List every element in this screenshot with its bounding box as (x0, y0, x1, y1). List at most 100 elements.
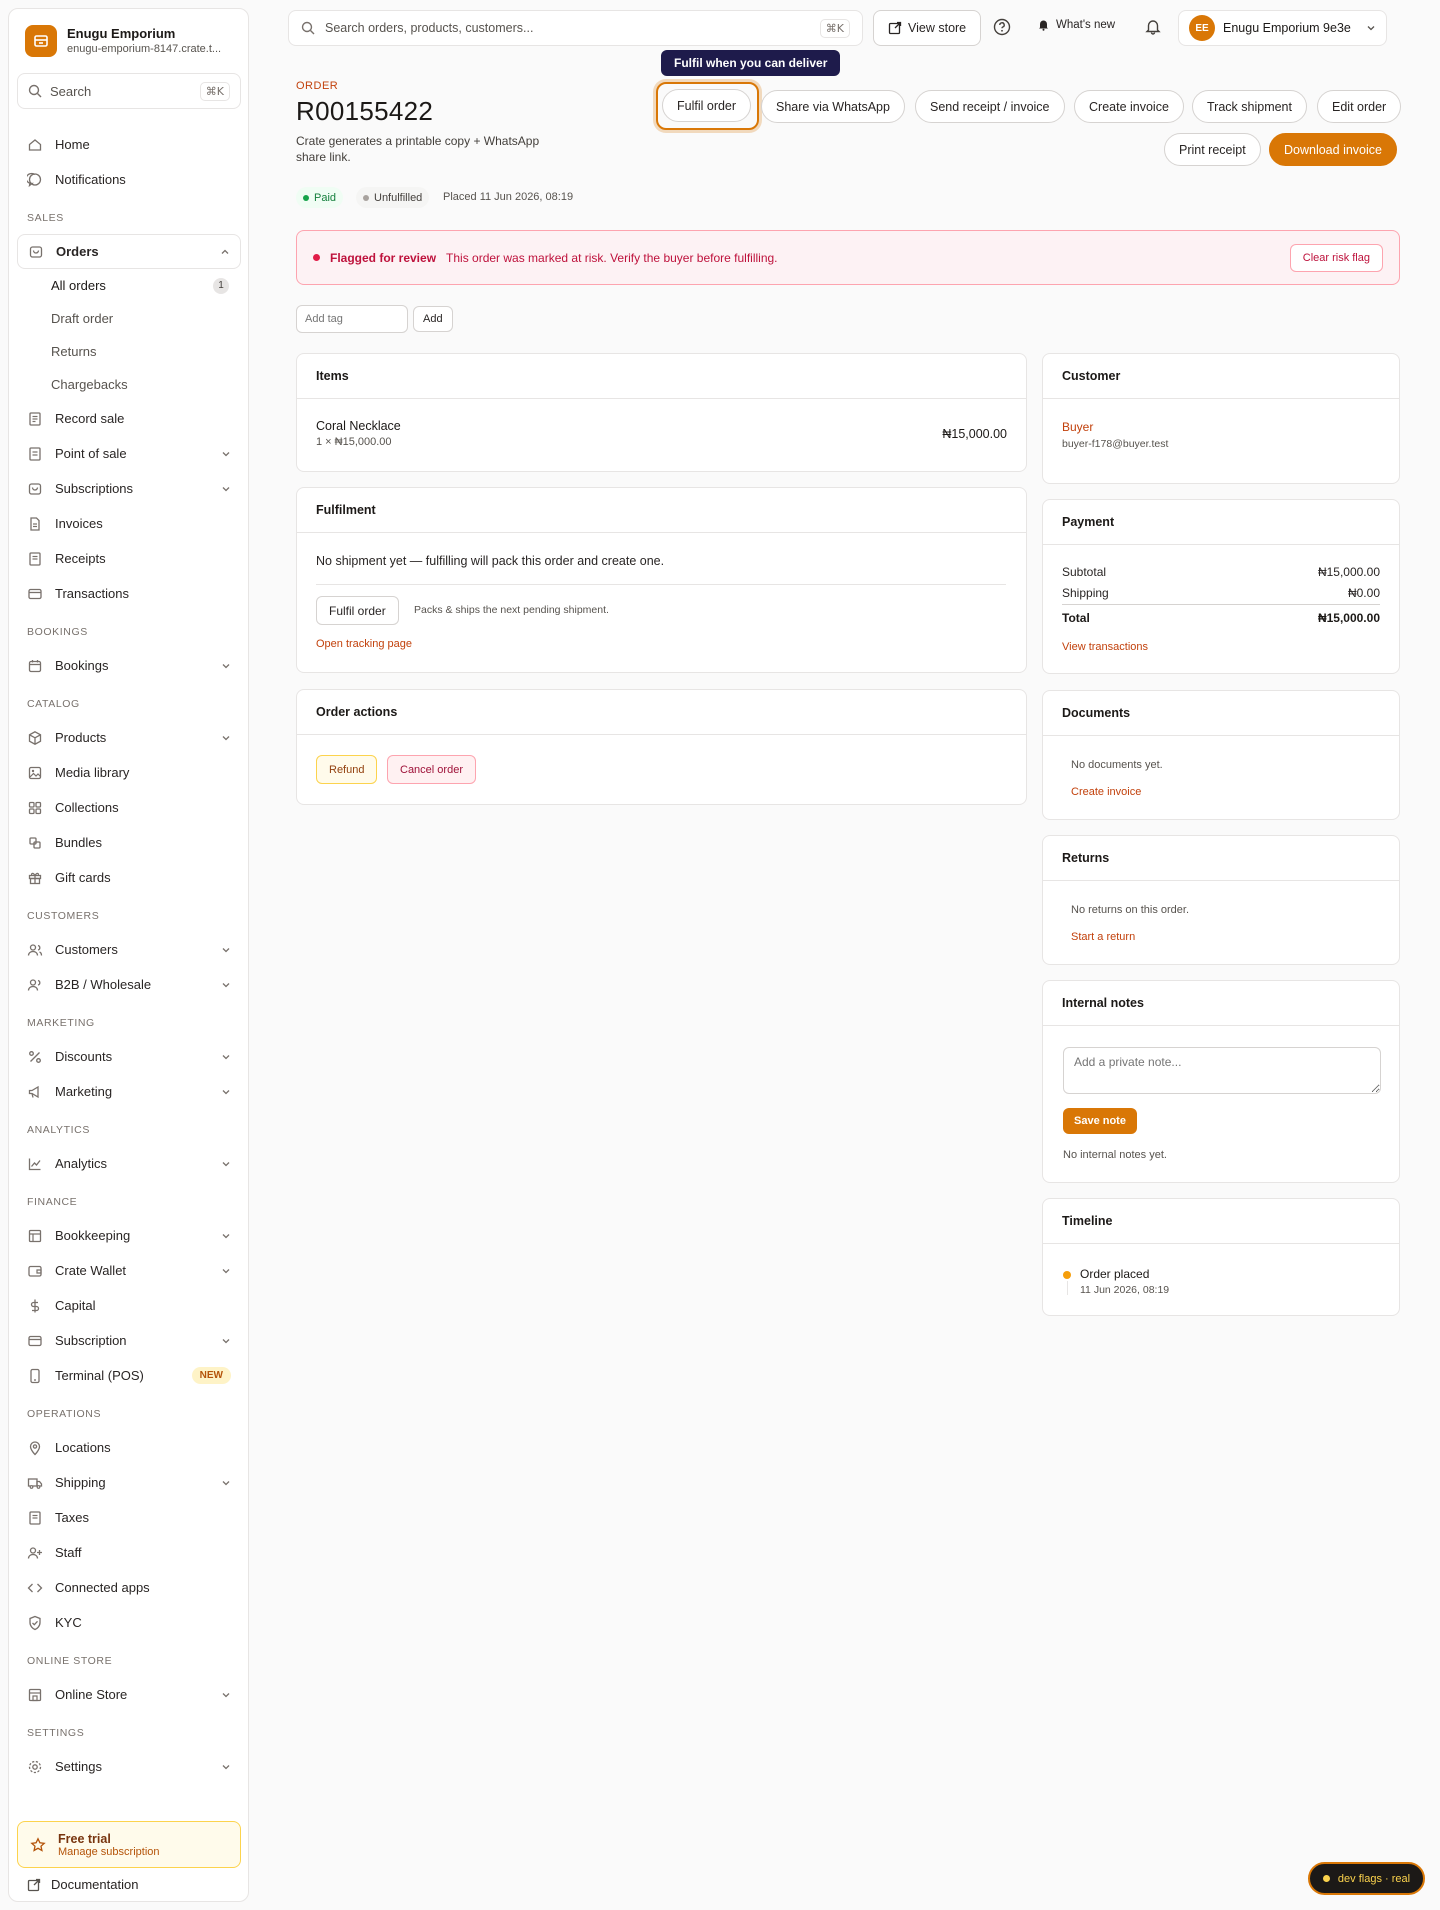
sidebar-item-staff[interactable]: Staff (17, 1535, 241, 1570)
section-label-operations: OPERATIONS (27, 1408, 102, 1420)
sidebar-item-label: Bookkeeping (55, 1228, 131, 1243)
private-note-textarea[interactable] (1063, 1047, 1381, 1094)
sidebar-item-analytics[interactable]: Analytics (17, 1146, 241, 1181)
sidebar-item-point-of-sale[interactable]: Point of sale (17, 436, 241, 471)
manage-subscription-link[interactable]: Manage subscription (58, 1846, 160, 1858)
refund-button[interactable]: Refund (316, 755, 378, 784)
status-dot (303, 194, 309, 201)
percent-icon (29, 1050, 41, 1063)
sidebar-item-discounts[interactable]: Discounts (17, 1039, 241, 1074)
store-switcher[interactable]: Enugu Emporium enugu-emporium-8147.crate… (25, 25, 227, 57)
sidebar-item-customers[interactable]: Customers (17, 932, 241, 967)
sidebar-subitem-returns[interactable]: Returns (17, 335, 241, 368)
free-trial-card[interactable]: Free trial Manage subscription (17, 1821, 241, 1868)
sidebar-item-label: Marketing (55, 1084, 113, 1099)
items-card: Items Coral Necklace 1 × ₦15,000.00 ₦15,… (296, 353, 1027, 472)
customer-name-link[interactable]: Buyer (1062, 420, 1093, 434)
receipt-icon (29, 551, 41, 566)
start-return-link[interactable]: Start a return (1071, 931, 1135, 943)
help-circle-icon (993, 18, 1011, 36)
sidebar-item-capital[interactable]: Capital (17, 1288, 241, 1323)
open-tracking-link[interactable]: Open tracking page (316, 638, 412, 650)
sidebar-item-locations[interactable]: Locations (17, 1430, 241, 1465)
cancel-order-button[interactable]: Cancel order (387, 755, 476, 784)
sidebar-item-products[interactable]: Products (17, 720, 241, 755)
clear-risk-flag-button[interactable]: Clear risk flag (1289, 243, 1383, 272)
sidebar-subitem-draft-order[interactable]: Draft order (17, 302, 241, 335)
global-search-input[interactable]: Search orders, products, customers... ⌘K (288, 10, 863, 46)
sidebar-item-notifications[interactable]: Notifications (17, 162, 241, 197)
documentation-link[interactable]: Documentation (27, 1877, 138, 1892)
sidebar-subitem-chargebacks[interactable]: Chargebacks (17, 368, 241, 401)
sidebar-subitem-all-orders[interactable]: All orders 1 (17, 269, 241, 302)
sidebar-item-marketing[interactable]: Marketing (17, 1074, 241, 1109)
help-button[interactable] (993, 18, 1011, 36)
add-tag-button[interactable]: Add (413, 306, 453, 332)
sidebar-item-media-library[interactable]: Media library (17, 755, 241, 790)
sidebar-search[interactable]: Search ⌘K (17, 73, 241, 109)
card-heading: Documents (1043, 691, 1399, 736)
notifications-button[interactable] (1144, 17, 1162, 35)
sidebar-item-settings[interactable]: Settings (17, 1749, 241, 1784)
list-item[interactable]: Coral Necklace 1 × ₦15,000.00 ₦15,000.00 (297, 399, 1026, 468)
sidebar-item-label: Taxes (55, 1510, 89, 1525)
fulfil-order-inline-button[interactable]: Fulfil order (316, 596, 399, 625)
track-shipment-button[interactable]: Track shipment (1192, 90, 1307, 123)
view-store-button[interactable]: View store (873, 10, 982, 46)
sidebar-item-taxes[interactable]: Taxes (17, 1500, 241, 1535)
account-menu[interactable]: EE Enugu Emporium 9e3e (1178, 10, 1387, 46)
sidebar-item-label: Crate Wallet (55, 1263, 127, 1278)
page-description: Crate generates a printable copy + Whats… (296, 134, 540, 164)
sidebar-item-label: Notifications (55, 172, 126, 187)
sidebar-item-kyc[interactable]: KYC (17, 1605, 241, 1640)
ledger-icon (28, 1229, 42, 1242)
share-whatsapp-button[interactable]: Share via WhatsApp (761, 90, 905, 123)
status-dot (363, 194, 369, 201)
sidebar-item-bookkeeping[interactable]: Bookkeeping (17, 1218, 241, 1253)
sidebar-item-transactions[interactable]: Transactions (17, 576, 241, 611)
search-icon (301, 21, 315, 35)
sidebar-item-label: Transactions (55, 586, 129, 601)
sidebar-item-terminal-pos[interactable]: Terminal (POS) NEW (17, 1358, 241, 1393)
chat-bubble-icon (27, 172, 42, 187)
sidebar-item-label: Subscription (55, 1333, 127, 1348)
sidebar-item-crate-wallet[interactable]: Crate Wallet (17, 1253, 241, 1288)
save-note-button[interactable]: Save note (1063, 1108, 1137, 1134)
view-transactions-link[interactable]: View transactions (1062, 641, 1148, 653)
sidebar-item-gift-cards[interactable]: Gift cards (17, 860, 241, 895)
page-title: R00155422 (296, 96, 434, 126)
create-invoice-button[interactable]: Create invoice (1074, 90, 1184, 123)
home-icon (28, 138, 42, 151)
sidebar-item-connected-apps[interactable]: Connected apps (17, 1570, 241, 1605)
map-pin-icon (29, 1440, 41, 1455)
sidebar-item-record-sale[interactable]: Record sale (17, 401, 241, 436)
chevron-down-icon (222, 451, 230, 456)
sidebar-item-online-store[interactable]: Online Store (17, 1677, 241, 1712)
whats-new-button[interactable]: What's new (1037, 18, 1115, 31)
create-invoice-link[interactable]: Create invoice (1071, 786, 1141, 798)
sidebar-item-invoices[interactable]: Invoices (17, 506, 241, 541)
download-invoice-button[interactable]: Download invoice (1269, 133, 1397, 166)
sidebar-item-orders[interactable]: Orders (17, 234, 241, 269)
edit-order-button[interactable]: Edit order (1317, 90, 1402, 123)
chevron-down-icon (222, 982, 230, 987)
sidebar-item-subscription[interactable]: Subscription (17, 1323, 241, 1358)
sidebar-item-collections[interactable]: Collections (17, 790, 241, 825)
add-tag-input[interactable] (296, 305, 408, 333)
total-label: Total (1062, 611, 1090, 625)
sidebar-item-shipping[interactable]: Shipping (17, 1465, 241, 1500)
chevron-down-icon (222, 1233, 230, 1238)
dev-flags-toggle[interactable]: dev flags · real (1308, 1862, 1425, 1895)
sidebar-item-receipts[interactable]: Receipts (17, 541, 241, 576)
order-actions-card: Order actions Refund Cancel order (296, 689, 1027, 805)
sidebar-item-home[interactable]: Home (17, 127, 241, 162)
sidebar-item-bundles[interactable]: Bundles (17, 825, 241, 860)
sidebar-item-subscriptions[interactable]: Subscriptions (17, 471, 241, 506)
credit-card-icon (28, 1335, 42, 1346)
send-receipt-button[interactable]: Send receipt / invoice (915, 90, 1065, 123)
print-receipt-button[interactable]: Print receipt (1164, 133, 1261, 166)
sidebar-item-b2b-wholesale[interactable]: B2B / Wholesale (17, 967, 241, 1002)
bell-outline-icon (1145, 20, 1161, 35)
sidebar-item-bookings[interactable]: Bookings (17, 648, 241, 683)
fulfil-order-button[interactable]: Fulfil order (662, 89, 752, 122)
